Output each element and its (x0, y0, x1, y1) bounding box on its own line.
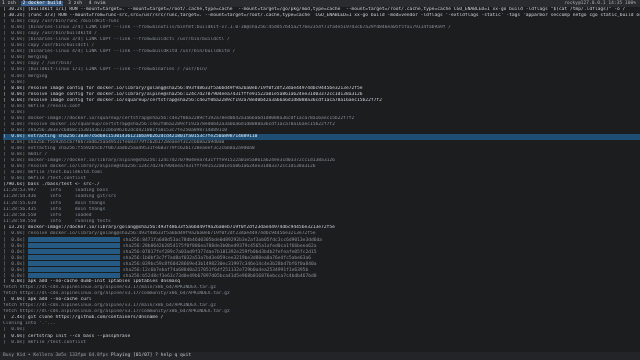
host-info: rocky@127.0.0.1 14:35 100% (564, 1, 636, 6)
tab-bar: 1 zsh 2 docker build 3 zsh 4 nvim rocky@… (0, 0, 640, 7)
tab-1[interactable]: 1 zsh (0, 1, 18, 6)
status-bar: Busy Kid • Kellera 3m5s 133fpm 64.8fps P… (0, 352, 640, 360)
progress-block (27, 242, 120, 248)
tab-4[interactable]: 4 nvim (87, 1, 108, 6)
tab-2[interactable]: 2 docker build (20, 1, 64, 6)
progress-block (27, 236, 120, 242)
terminal-output[interactable]: [ 30.2s] [buildkit 1/1] RUN --mount=targ… (0, 7, 640, 352)
progress-block (27, 248, 120, 254)
tab-3[interactable]: 3 zsh (66, 1, 84, 6)
progress-block (27, 260, 120, 266)
status-text: Busy Kid • Kellera 3m5s 133fpm 64.8fps (3, 353, 109, 358)
terminal-line: [ 0.0s] mkfile /test.conflist (3, 339, 86, 345)
progress-block (27, 273, 120, 279)
progress-block (27, 267, 120, 273)
playback-status: Playing [01/07] ? help q quit (110, 353, 192, 358)
progress-block (27, 254, 120, 260)
